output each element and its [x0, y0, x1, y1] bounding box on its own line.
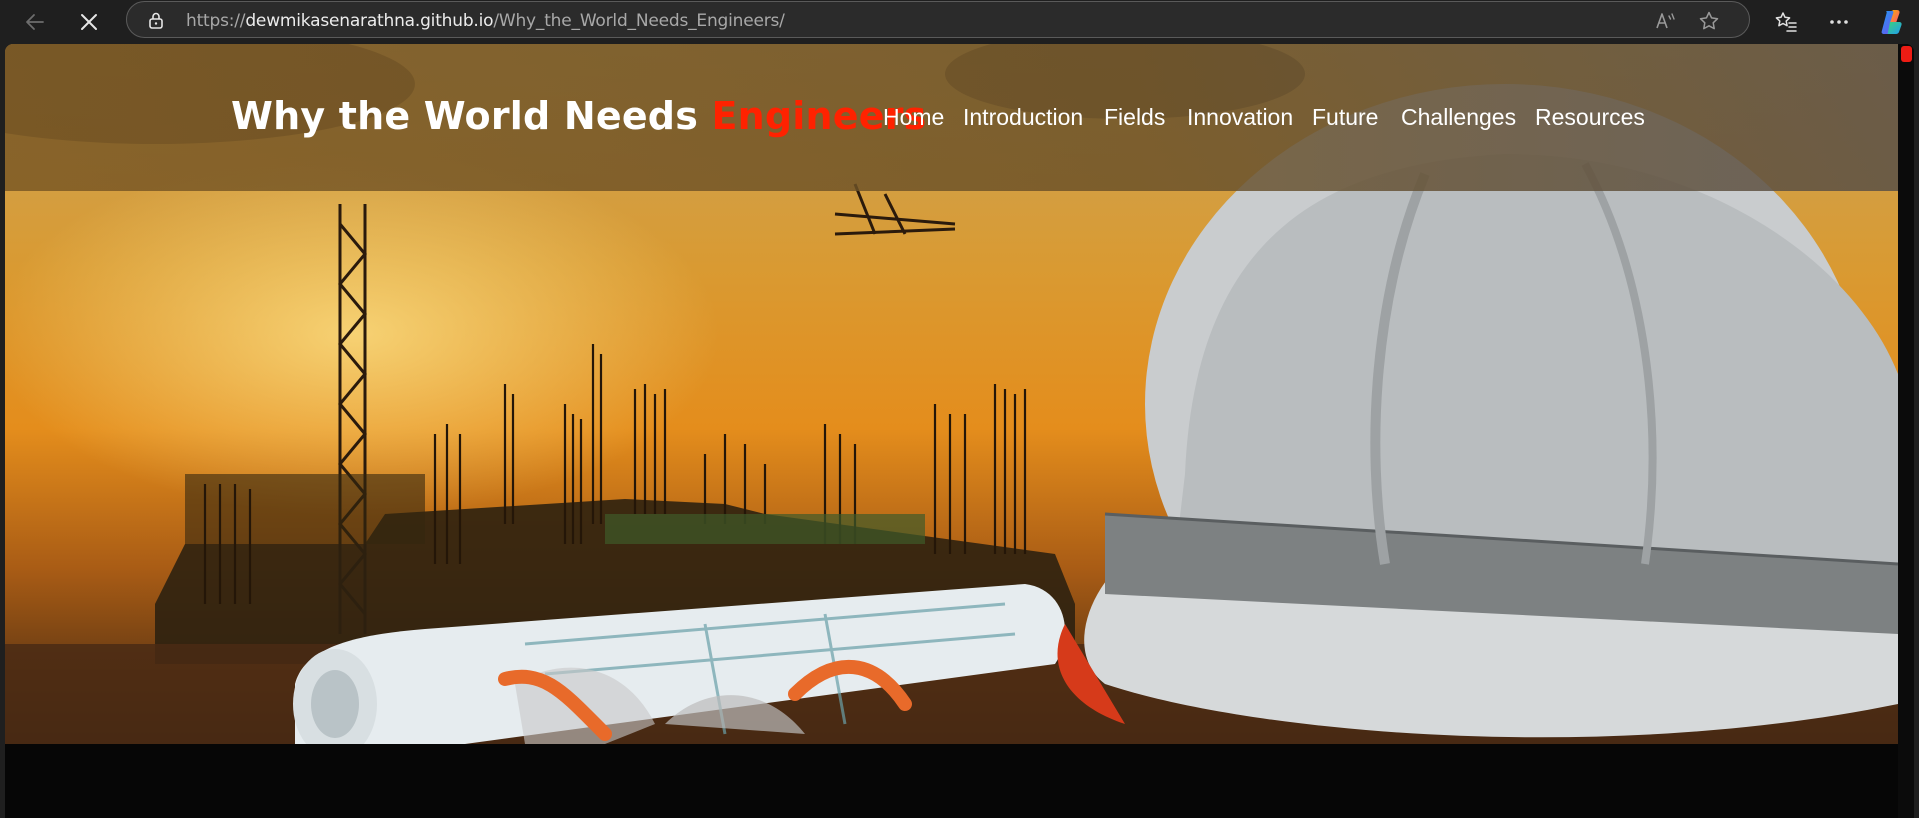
site-title-main: Why the World Needs: [231, 94, 712, 138]
back-button[interactable]: [18, 6, 52, 38]
nav-home[interactable]: Home: [883, 104, 944, 131]
nav-resources[interactable]: Resources: [1535, 104, 1645, 131]
nav-introduction[interactable]: Introduction: [963, 104, 1083, 131]
nav-fields[interactable]: Fields: [1104, 104, 1165, 131]
page-scrollbar[interactable]: [1898, 44, 1914, 818]
stop-loading-button[interactable]: [72, 6, 106, 38]
back-arrow-icon: [26, 14, 44, 30]
nav-innovation[interactable]: Innovation: [1187, 104, 1293, 131]
lock-icon[interactable]: [147, 11, 165, 29]
url-scheme: https://: [186, 11, 246, 31]
hero-banner: Why the World Needs Engineers Home Intro…: [5, 44, 1898, 744]
more-menu-button[interactable]: [1825, 8, 1853, 36]
favorites-icon: [1775, 12, 1797, 32]
url-host: dewmikasenarathna.github.io: [245, 11, 494, 31]
page-viewport: Why the World Needs Engineers Home Intro…: [5, 44, 1914, 818]
favorites-button[interactable]: [1772, 8, 1800, 36]
site-title[interactable]: Why the World Needs Engineers: [231, 94, 926, 138]
copilot-icon: [1881, 10, 1902, 34]
address-bar[interactable]: https://dewmikasenarathna.github.io/Why_…: [126, 1, 1750, 38]
more-menu-icon: [1830, 20, 1848, 24]
read-aloud-button[interactable]: [1655, 10, 1677, 32]
nav-challenges[interactable]: Challenges: [1401, 104, 1516, 131]
copilot-button[interactable]: [1877, 8, 1905, 36]
url-path: /Why_the_World_Needs_Engineers/: [493, 11, 785, 31]
url-text[interactable]: https://dewmikasenarathna.github.io/Why_…: [186, 11, 785, 31]
add-favorite-button[interactable]: [1698, 10, 1720, 32]
site-header: Why the World Needs Engineers Home Intro…: [5, 44, 1898, 191]
nav-future[interactable]: Future: [1312, 104, 1378, 131]
scrollbar-thumb[interactable]: [1901, 46, 1912, 62]
stop-loading-icon: [81, 14, 97, 30]
read-aloud-icon: [1656, 13, 1675, 29]
favorite-star-icon: [1699, 11, 1719, 30]
browser-toolbar: https://dewmikasenarathna.github.io/Why_…: [0, 0, 1919, 44]
